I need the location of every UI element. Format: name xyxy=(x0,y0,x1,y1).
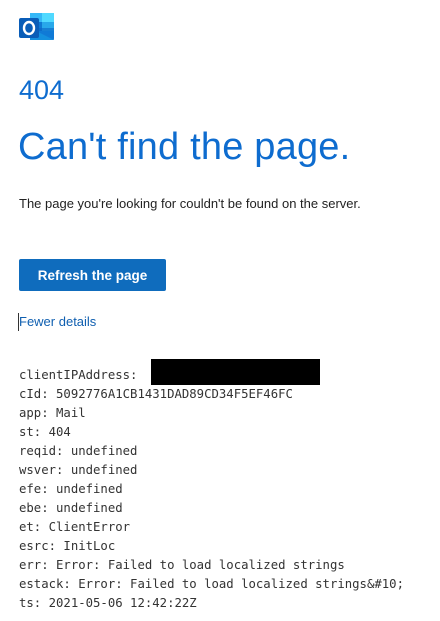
fewer-details-link[interactable]: Fewer details xyxy=(18,313,97,331)
error-code: 404 xyxy=(19,75,65,105)
detail-text: wsver: undefined xyxy=(19,463,138,477)
detail-text: ts: 2021-05-06 12:42:22Z xyxy=(19,596,197,610)
outlook-logo-icon xyxy=(19,12,55,42)
detail-text: err: Error: Failed to load localized str… xyxy=(19,558,345,572)
detail-row-err: err: Error: Failed to load localized str… xyxy=(19,556,404,575)
detail-text: ebe: undefined xyxy=(19,501,123,515)
focus-caret xyxy=(18,313,19,331)
detail-row-et: et: ClientError xyxy=(19,518,404,537)
fewer-details-label: Fewer details xyxy=(19,314,97,329)
detail-row-cid: cId: 5092776A1CB1431DAD89CD34F5EF46FC xyxy=(19,385,404,404)
detail-text: st: 404 xyxy=(19,425,71,439)
detail-row-estack: estack: Error: Failed to load localized … xyxy=(19,575,404,594)
refresh-page-button[interactable]: Refresh the page xyxy=(19,259,166,291)
detail-row-esrc: esrc: InitLoc xyxy=(19,537,404,556)
detail-text: esrc: InitLoc xyxy=(19,539,116,553)
error-description: The page you're looking for couldn't be … xyxy=(19,196,361,211)
detail-text: clientIPAddress: xyxy=(19,368,138,382)
detail-text: reqid: undefined xyxy=(19,444,138,458)
detail-row-wsver: wsver: undefined xyxy=(19,461,404,480)
detail-text: cId: 5092776A1CB1431DAD89CD34F5EF46FC xyxy=(19,387,293,401)
detail-row-ts: ts: 2021-05-06 12:42:22Z xyxy=(19,594,404,613)
detail-row-reqid: reqid: undefined xyxy=(19,442,404,461)
detail-text: estack: Error: Failed to load localized … xyxy=(19,577,404,591)
page-title: Can't find the page. xyxy=(18,126,351,168)
detail-text: app: Mail xyxy=(19,406,86,420)
redacted-ip-block xyxy=(151,359,320,385)
detail-row-ebe: ebe: undefined xyxy=(19,499,404,518)
detail-text: efe: undefined xyxy=(19,482,123,496)
detail-row-app: app: Mail xyxy=(19,404,404,423)
detail-row-efe: efe: undefined xyxy=(19,480,404,499)
error-details-list: clientIPAddress: cId: 5092776A1CB1431DAD… xyxy=(19,359,404,613)
detail-row-client-ip: clientIPAddress: xyxy=(19,359,404,385)
detail-text: et: ClientError xyxy=(19,520,131,534)
detail-row-st: st: 404 xyxy=(19,423,404,442)
